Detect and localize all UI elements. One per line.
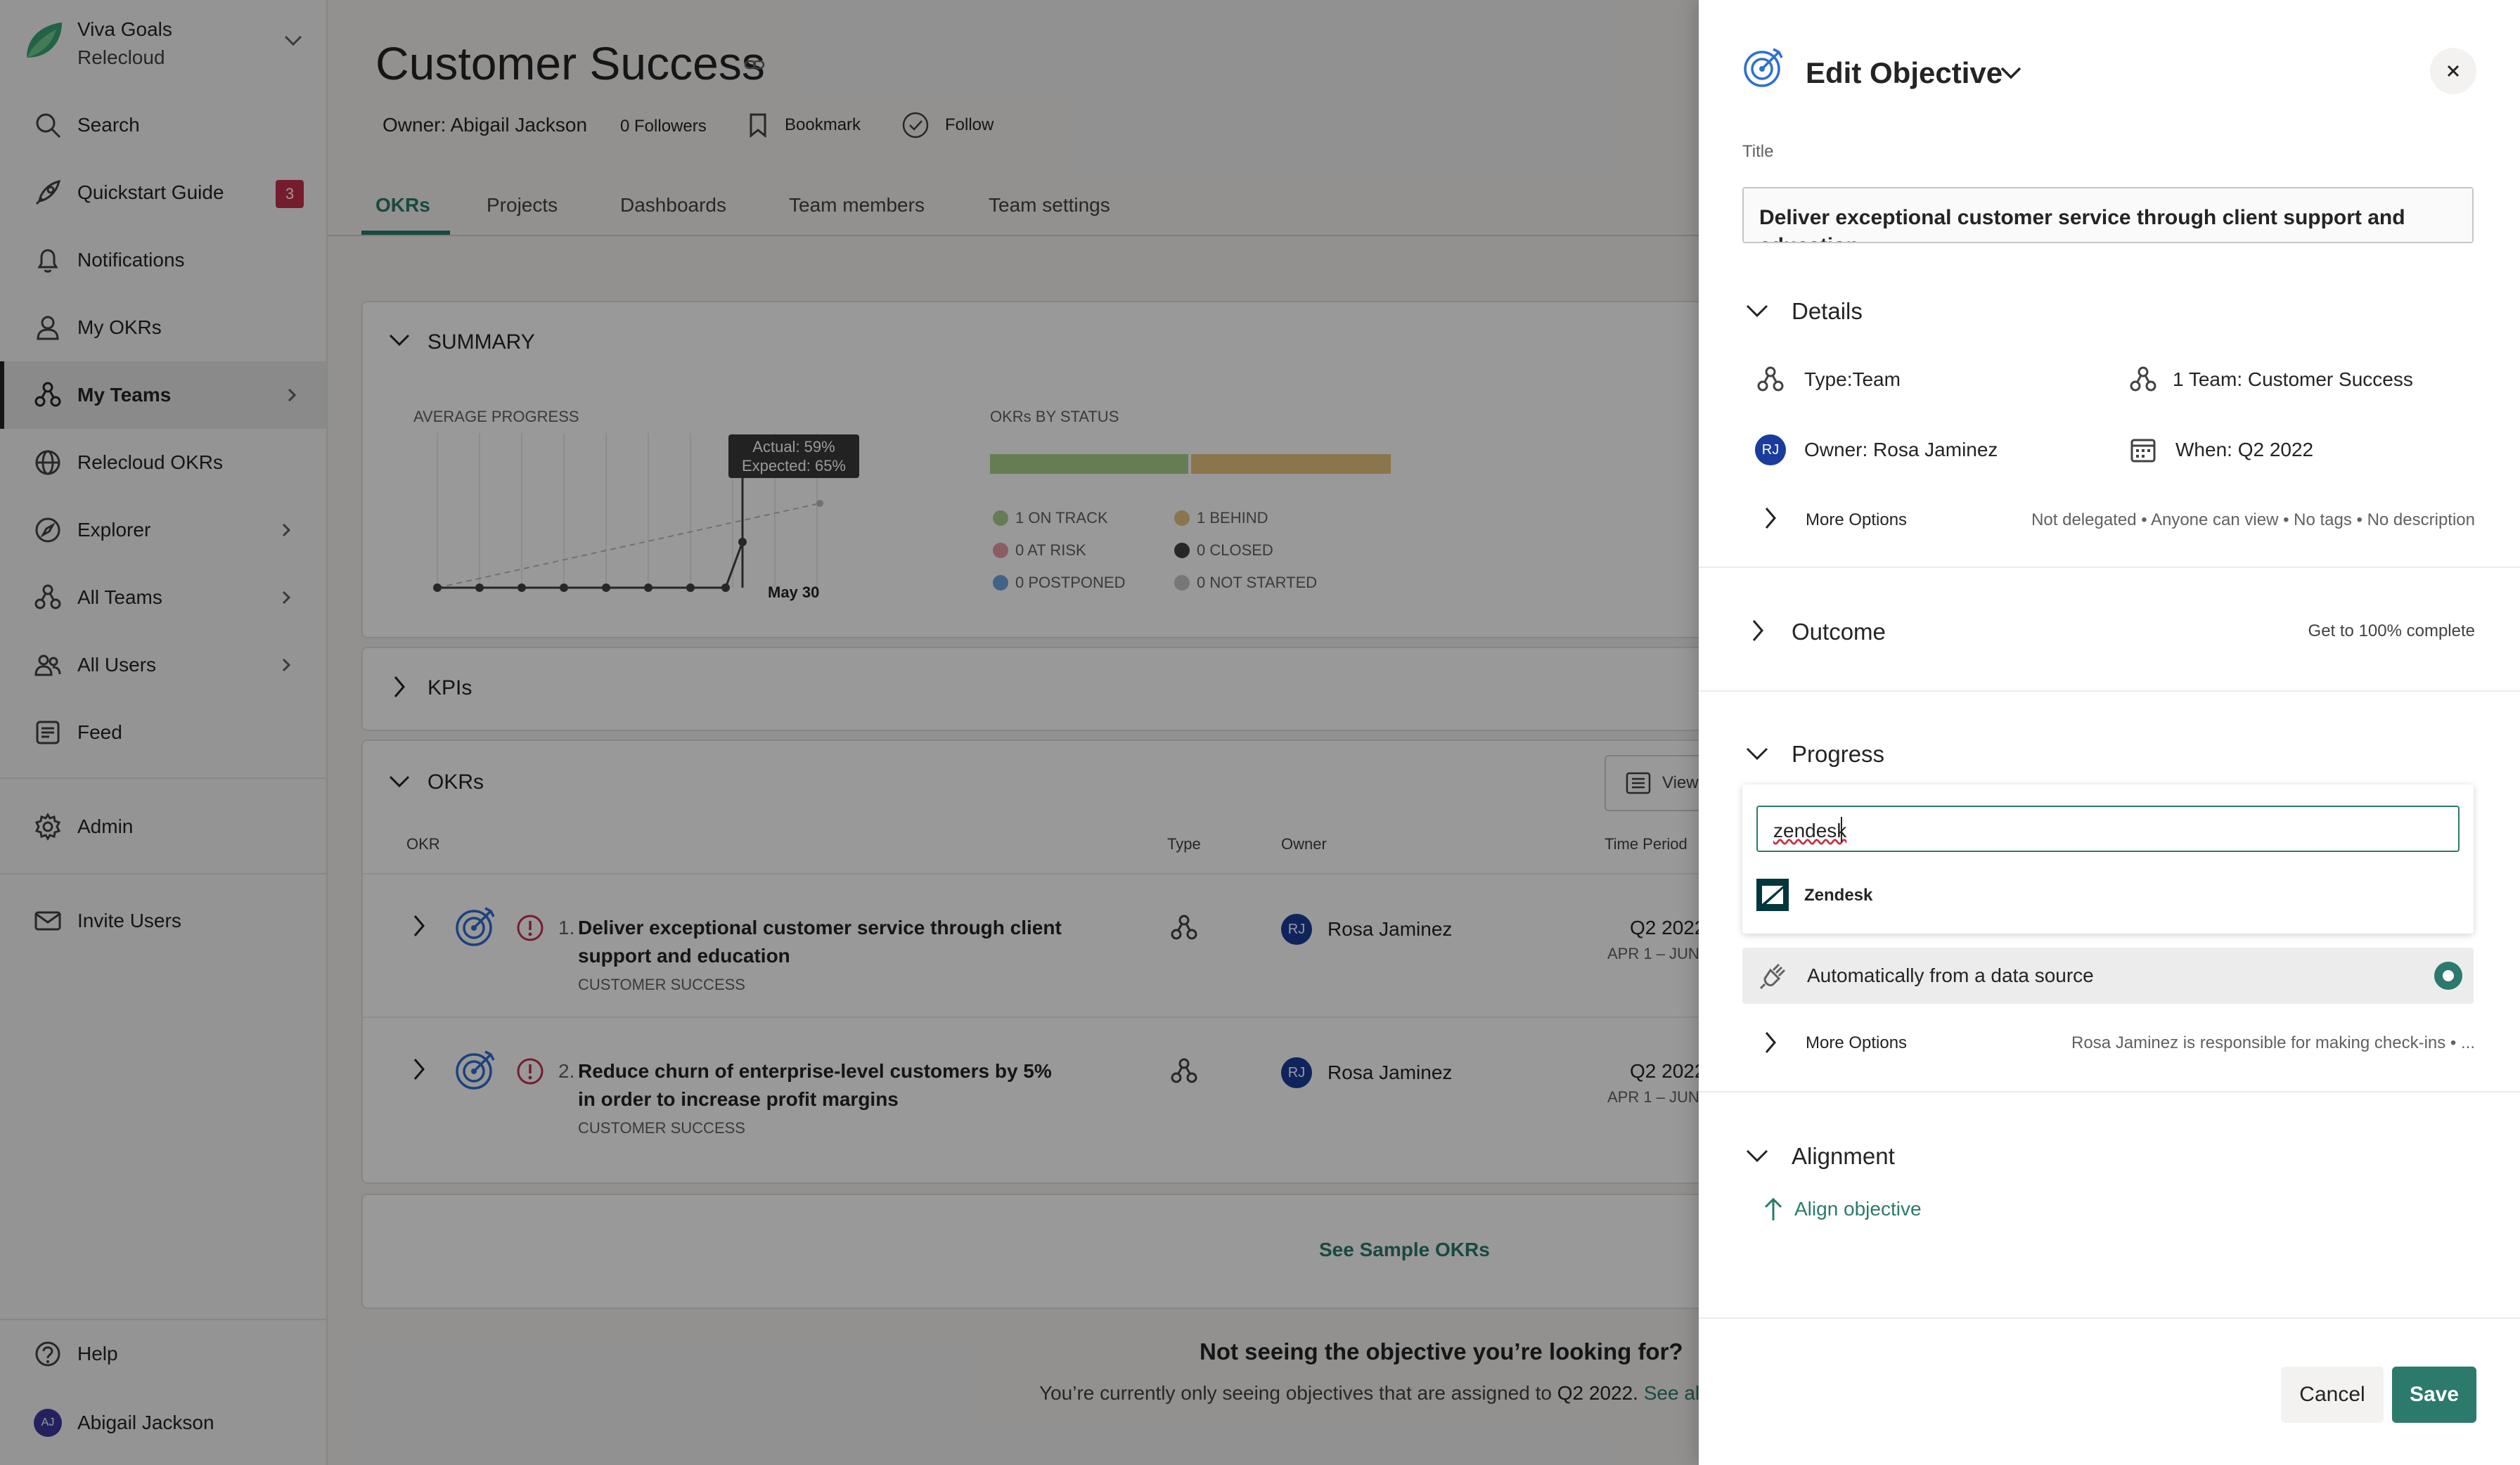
suggestion-zendesk[interactable]: Zendesk	[1742, 870, 2474, 919]
chevron-down-icon[interactable]	[1745, 747, 1769, 761]
details-team[interactable]: 1 Team: Customer Success	[2173, 368, 2413, 391]
zendesk-logo	[1762, 886, 1783, 904]
zendesk-icon	[1756, 879, 1789, 911]
close-icon	[2447, 65, 2460, 77]
suggestion-label: Zendesk	[1804, 886, 1873, 905]
section-divider	[1699, 690, 2520, 692]
chevron-right-icon[interactable]	[1751, 619, 1765, 643]
team-type-icon	[1757, 366, 1784, 392]
details-type[interactable]: Type:Team	[1804, 368, 1901, 391]
section-divider	[1699, 567, 2520, 568]
align-objective-link[interactable]: Align objective	[1794, 1198, 1922, 1220]
chevron-down-icon[interactable]	[2000, 66, 2022, 80]
arrow-up-icon	[1764, 1197, 1782, 1220]
section-divider	[1699, 1091, 2520, 1092]
title-input[interactable]: Deliver exceptional customer service thr…	[1742, 187, 2474, 243]
calendar-icon	[2130, 439, 2156, 463]
chevron-down-icon[interactable]	[1745, 1149, 1769, 1163]
modal-backdrop[interactable]	[0, 0, 1699, 1465]
avatar: RJ	[1755, 434, 1786, 465]
cancel-button[interactable]: Cancel	[2281, 1367, 2384, 1423]
title-label: Title	[1742, 142, 1774, 161]
progress-method-label: Automatically from a data source	[1807, 964, 2094, 986]
details-header[interactable]: Details	[1792, 298, 1863, 325]
details-more-options[interactable]: More Options	[1806, 510, 1907, 530]
chevron-right-icon[interactable]	[1763, 506, 1778, 530]
chevron-right-icon[interactable]	[1763, 1031, 1778, 1054]
chevron-down-icon[interactable]	[1745, 304, 1769, 318]
close-button[interactable]	[2430, 48, 2476, 94]
progress-header[interactable]: Progress	[1792, 741, 1884, 768]
details-when[interactable]: When: Q2 2022	[2175, 439, 2313, 461]
plug-icon	[1759, 963, 1786, 990]
details-summary: Not delegated • Anyone can view • No tag…	[2031, 510, 2475, 529]
title-input-value: Deliver exceptional customer service thr…	[1759, 206, 2405, 242]
team-icon	[2130, 366, 2156, 392]
text-cursor	[1841, 817, 1842, 842]
progress-summary: Rosa Jaminez is responsible for making c…	[2071, 1033, 2475, 1052]
panel-title: Edit Objective	[1806, 56, 2003, 89]
data-source-search-input[interactable]: zendesk	[1756, 806, 2460, 852]
search-input-value: zendesk	[1773, 820, 1847, 841]
details-owner[interactable]: Owner: Rosa Jaminez	[1804, 439, 1998, 461]
progress-more-options[interactable]: More Options	[1806, 1033, 1907, 1053]
outcome-header[interactable]: Outcome	[1792, 619, 1886, 645]
radio-dot	[2443, 970, 2454, 981]
save-button[interactable]: Save	[2392, 1367, 2476, 1423]
selected-radio[interactable]	[2434, 962, 2462, 990]
edit-objective-panel: Edit Objective Title Deliver exceptional…	[1699, 0, 2520, 1465]
footer-divider	[1699, 1317, 2520, 1319]
objective-target-icon	[1744, 48, 1783, 87]
progress-method-option[interactable]: Automatically from a data source	[1742, 948, 2474, 1004]
outcome-summary: Get to 100% complete	[2308, 621, 2475, 640]
data-source-dropdown: zendesk Zendesk	[1742, 785, 2474, 934]
alignment-header[interactable]: Alignment	[1792, 1143, 1895, 1170]
